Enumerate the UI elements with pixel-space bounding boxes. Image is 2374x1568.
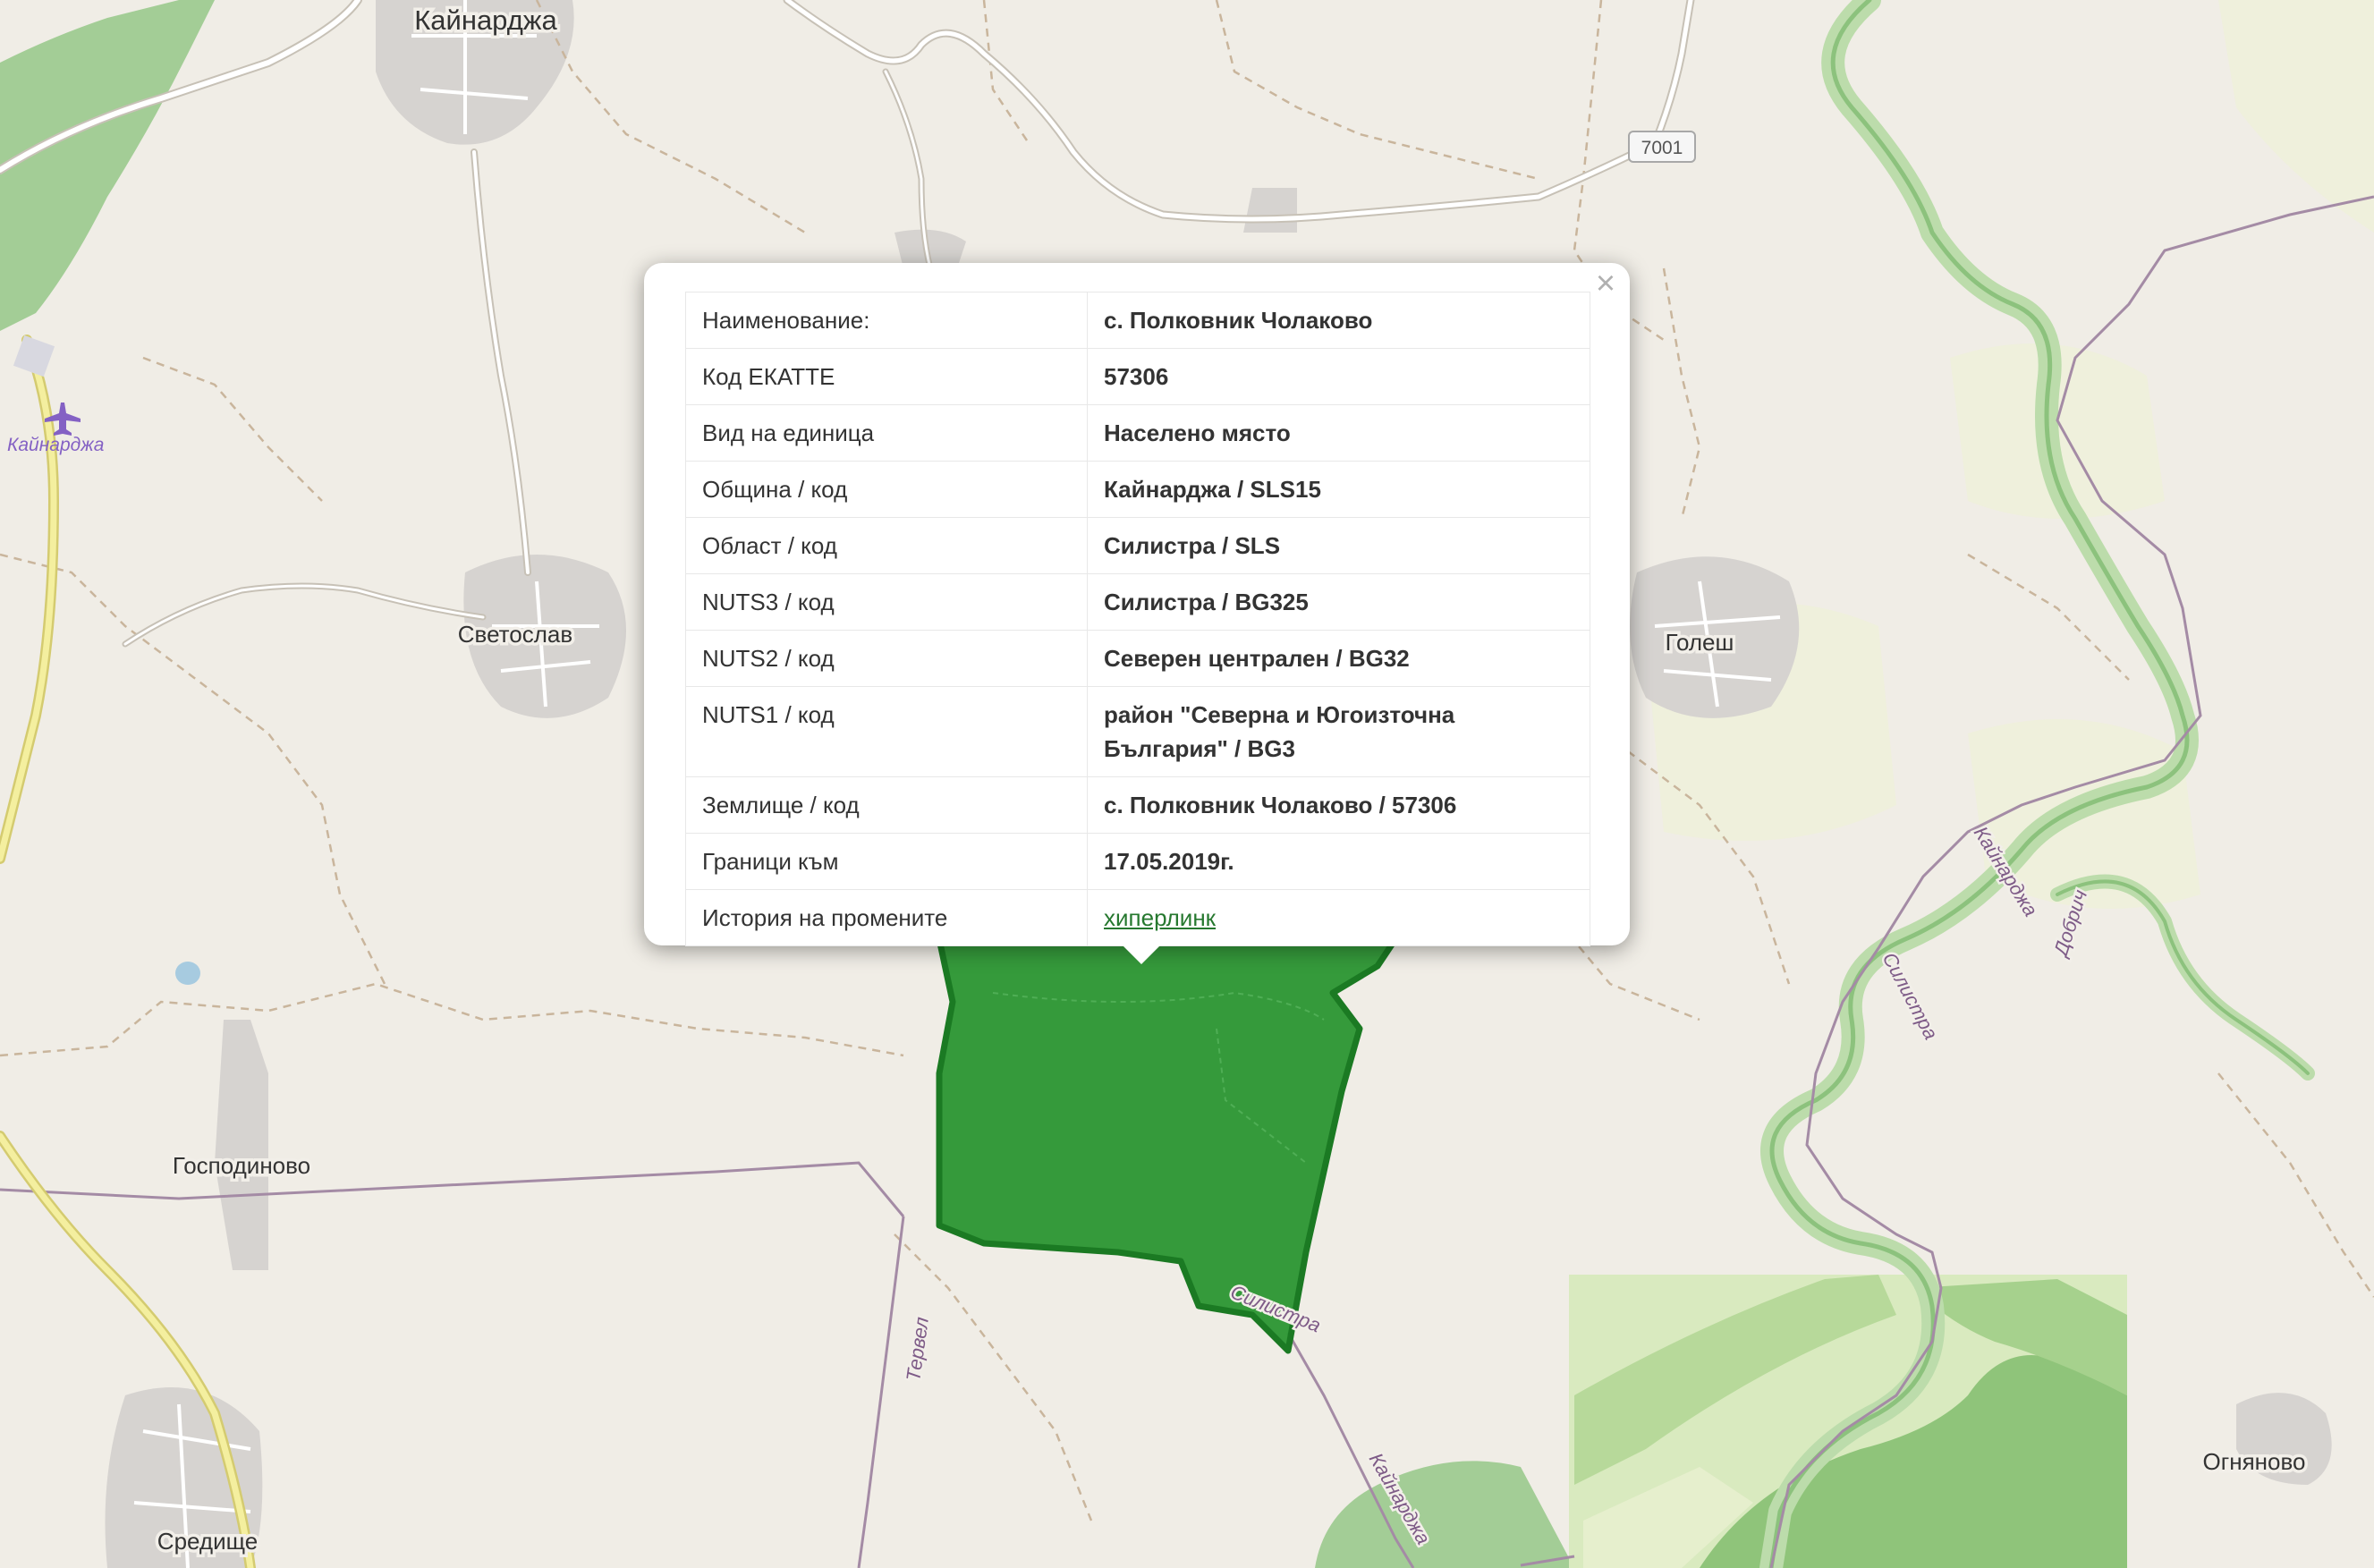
history-link[interactable]: хиперлинк <box>1104 904 1216 931</box>
close-icon[interactable]: × <box>1590 267 1621 301</box>
attribute-value: хиперлинк <box>1087 889 1590 946</box>
place-label-svetoslav: Светослав <box>458 621 572 648</box>
place-label-gospodinovo: Господиново <box>173 1152 310 1179</box>
svg-text:7001: 7001 <box>1641 138 1683 158</box>
place-label-sredishte: Средище <box>157 1528 258 1555</box>
attribute-value: Северен централен / BG32 <box>1087 630 1590 687</box>
table-row: Землище / код с. Полковник Чолаково / 573… <box>685 776 1590 834</box>
table-row: История на промените хиперлинк <box>685 889 1590 946</box>
airport-label: Кайнарджа <box>7 435 104 455</box>
table-row: Наименование: с. Полковник Чолаково <box>685 292 1590 349</box>
attribute-label: NUTS3 / код <box>685 573 1088 631</box>
attribute-label: Община / код <box>685 461 1088 518</box>
attribute-label: Граници към <box>685 833 1088 890</box>
attribute-value: с. Полковник Чолаково / 57306 <box>1087 776 1590 834</box>
attribute-value: с. Полковник Чолаково <box>1087 292 1590 349</box>
attribute-table: Наименование: с. Полковник Чолаково Код ЕК… <box>685 292 1590 946</box>
place-label-kaynardzha: Кайнарджа <box>414 4 557 36</box>
attribute-value: Населено място <box>1087 404 1590 462</box>
table-row: Код ЕКАТТЕ 57306 <box>685 348 1590 405</box>
table-row: Община / код Кайнарджа / SLS15 <box>685 461 1590 518</box>
attribute-value: 57306 <box>1087 348 1590 405</box>
table-row: Област / код Силистра / SLS <box>685 517 1590 574</box>
attribute-label: Код ЕКАТТЕ <box>685 348 1088 405</box>
table-row: NUTS3 / код Силистра / BG325 <box>685 573 1590 631</box>
table-row: Вид на единица Населено място <box>685 404 1590 462</box>
place-label-ognyanovo: Огняново <box>2203 1448 2306 1475</box>
attribute-label: Вид на единица <box>685 404 1088 462</box>
info-popup: × Наименование: с. Полковник Чолаково Код … <box>644 263 1630 946</box>
attribute-value: 17.05.2019г. <box>1087 833 1590 890</box>
attribute-value: Кайнарджа / SLS15 <box>1087 461 1590 518</box>
place-label-golesh: Голеш <box>1666 629 1734 656</box>
attribute-label: Землище / код <box>685 776 1088 834</box>
popup-tip <box>1118 941 1165 964</box>
attribute-value: район "Северна и Югоизточна България" / … <box>1087 686 1590 777</box>
attribute-label: История на промените <box>685 889 1088 946</box>
road-shield-7001: 7001 <box>1628 131 1696 163</box>
attribute-value: Силистра / SLS <box>1087 517 1590 574</box>
table-row: NUTS2 / код Северен централен / BG32 <box>685 630 1590 687</box>
attribute-label: Наименование: <box>685 292 1088 349</box>
attribute-label: NUTS1 / код <box>685 686 1088 777</box>
table-row: Граници към 17.05.2019г. <box>685 833 1590 890</box>
attribute-label: Област / код <box>685 517 1088 574</box>
attribute-value: Силистра / BG325 <box>1087 573 1590 631</box>
lake <box>175 962 200 985</box>
attribute-label: NUTS2 / код <box>685 630 1088 687</box>
table-row: NUTS1 / код район "Северна и Югоизточна Б… <box>685 686 1590 777</box>
